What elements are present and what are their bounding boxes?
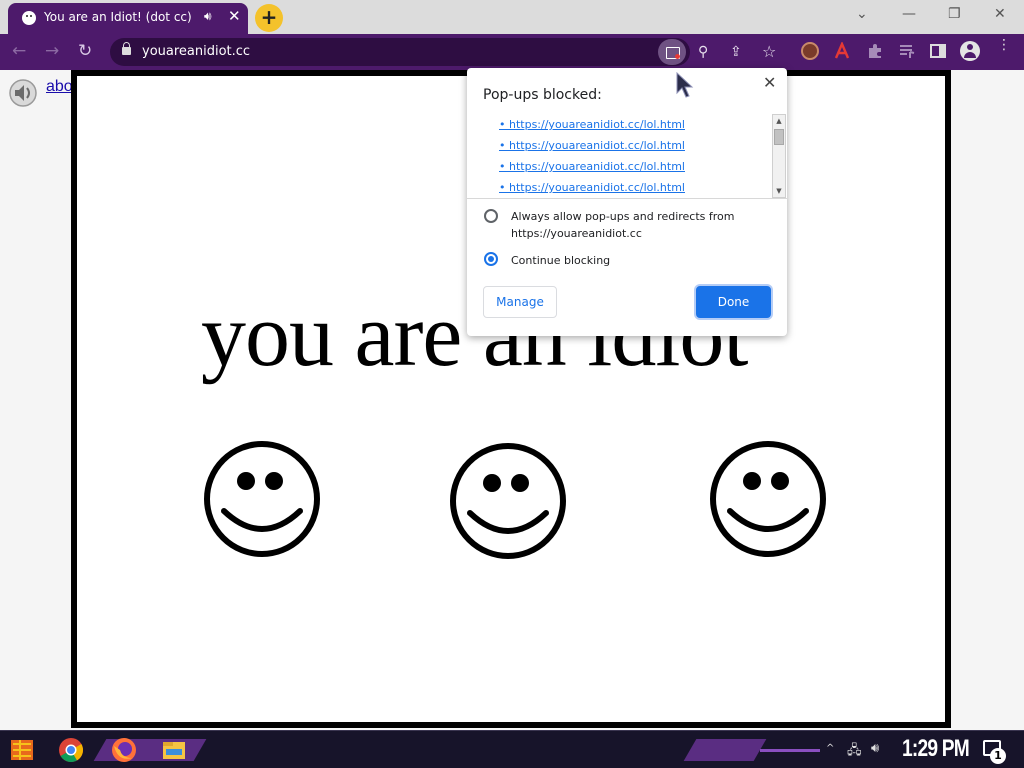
profile-avatar-icon[interactable] [960,41,980,61]
blocked-popups-list: https://youareanidiot.cc/lol.html https:… [467,114,787,198]
extension-red-a-icon[interactable] [833,40,851,60]
blocked-popup-link[interactable]: https://youareanidiot.cc/lol.html [499,160,685,173]
allow-popups-label[interactable]: Always allow pop-ups and redirects from … [511,208,761,242]
divider [467,198,787,199]
network-icon[interactable]: 🖧︎ [847,741,862,763]
taskbar: ^ 🖧︎ 🔊︎ 1:29 PM 1 [0,730,1024,768]
tab-title: You are an Idiot! (dot cc) [44,10,192,24]
tab-close-button[interactable]: ✕ [228,7,241,25]
extension-avatar-icon[interactable] [801,42,819,60]
scroll-down-arrow-icon[interactable]: ▼ [774,186,784,196]
speaker-icon[interactable] [8,78,38,108]
bookmark-star-icon[interactable]: ☆ [762,42,776,61]
browser-toolbar: ← → ↻ youareanidiot.cc ⚲ ⇪ ☆ ⋮ [0,34,1024,70]
tab-strip: You are an Idiot! (dot cc) 🔊︎ ✕ + ⌄ — ❐ … [0,0,1024,34]
tab-search-dropdown-icon[interactable]: ⌄ [856,6,868,22]
done-button[interactable]: Done [696,286,771,318]
popup-blocked-indicator-icon[interactable] [658,39,686,65]
smiley-face-icon [204,441,320,557]
taskbar-accent [683,739,767,761]
browser-menu-button[interactable]: ⋮ [997,38,1011,52]
chrome-icon[interactable] [57,736,85,764]
volume-icon[interactable]: 🔊︎ [871,741,879,756]
address-bar[interactable]: youareanidiot.cc ⚲ ⇪ ☆ [110,38,776,66]
start-button-icon[interactable] [8,736,36,764]
media-queue-icon[interactable] [898,42,916,60]
side-panel-icon[interactable] [929,42,947,60]
continue-blocking-label[interactable]: Continue blocking [511,252,610,269]
new-tab-button[interactable]: + [255,4,283,32]
blocked-popup-link[interactable]: https://youareanidiot.cc/lol.html [499,139,685,152]
speaker-icon[interactable]: 🔊︎ [204,9,212,24]
reload-button[interactable]: ↻ [78,41,92,61]
restore-button[interactable]: ❐ [948,6,961,22]
lock-icon[interactable] [122,42,131,55]
popups-blocked-dialog: Pop-ups blocked: ✕ https://youareanidiot… [467,68,787,336]
share-icon[interactable]: ⇪ [730,44,742,60]
taskbar-clock[interactable]: 1:29 PM [902,735,970,763]
extensions-puzzle-icon[interactable] [866,42,884,60]
manage-button[interactable]: Manage [483,286,557,318]
scroll-up-arrow-icon[interactable]: ▲ [774,116,784,126]
scrollbar-thumb[interactable] [774,129,784,145]
address-bar-url[interactable]: youareanidiot.cc [142,44,250,59]
list-scrollbar[interactable]: ▲ ▼ [772,114,786,198]
blocked-popup-link[interactable]: https://youareanidiot.cc/lol.html [499,118,685,131]
smiley-favicon-icon [22,11,36,25]
file-explorer-icon[interactable] [160,736,188,764]
smiley-face-icon [450,443,566,559]
mouse-cursor-icon [676,72,694,98]
continue-blocking-radio[interactable] [484,252,498,266]
minimize-button[interactable]: — [902,6,916,22]
show-hidden-icons-icon[interactable]: ^ [826,743,834,754]
back-button[interactable]: ← [12,41,26,61]
search-icon[interactable]: ⚲ [698,44,708,60]
dialog-close-button[interactable]: ✕ [763,73,776,92]
dialog-title: Pop-ups blocked: [483,87,602,103]
forward-button[interactable]: → [45,41,59,61]
notification-count-badge: 1 [990,748,1006,764]
allow-popups-radio[interactable] [484,209,498,223]
taskbar-accent [760,749,820,752]
blocked-popup-link[interactable]: https://youareanidiot.cc/lol.html [499,181,685,194]
firefox-icon[interactable] [110,736,138,764]
smiley-face-icon [710,441,826,557]
window-close-button[interactable]: ✕ [994,6,1006,22]
browser-tab[interactable]: You are an Idiot! (dot cc) 🔊︎ ✕ [8,3,248,34]
